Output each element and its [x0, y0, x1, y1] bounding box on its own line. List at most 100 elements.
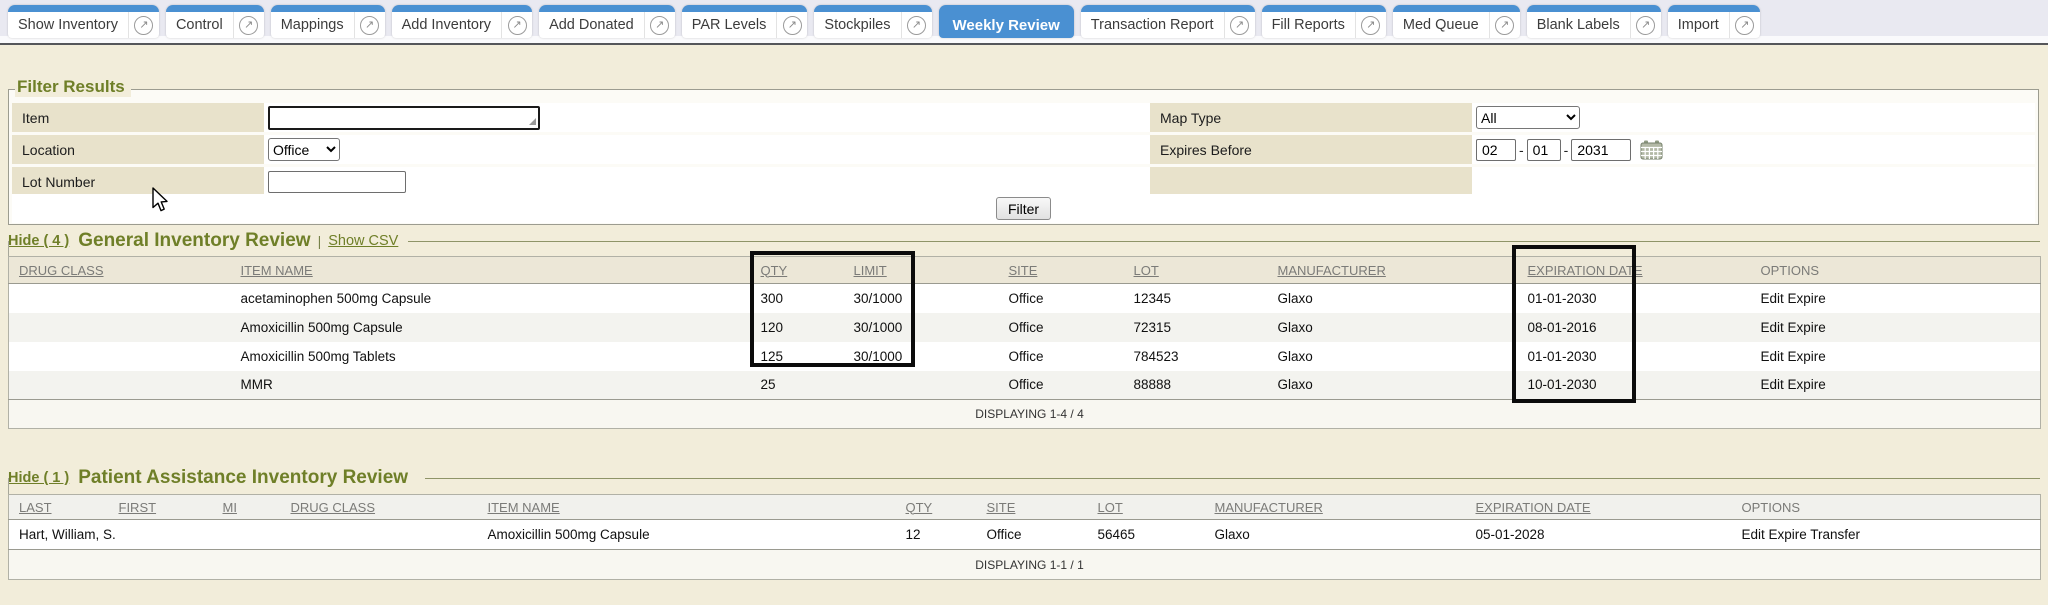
- cell-lot: 12345: [1134, 284, 1278, 313]
- general-table-footer: DISPLAYING 1-4 / 4: [9, 400, 2041, 429]
- filter-row-item: Item Map Type All: [12, 103, 2035, 132]
- open-in-new-icon[interactable]: ↗: [129, 16, 159, 35]
- calendar-icon[interactable]: [1640, 140, 1663, 160]
- patient-header-row: LAST FIRST MI DRUG CLASS ITEM NAME QTY S…: [9, 495, 2041, 520]
- cell-lot: 56465: [1098, 520, 1215, 550]
- column-header-site[interactable]: SITE: [1009, 257, 1134, 284]
- table-row: MMR 25 Office 88888 Glaxo 10-01-2030 Edi…: [9, 371, 2041, 400]
- tab-bar: Show Inventory ↗ Control ↗ Mappings ↗ Ad…: [0, 0, 2048, 45]
- column-header-expiration-date[interactable]: EXPIRATION DATE: [1476, 495, 1742, 520]
- tab-control[interactable]: Control ↗: [166, 5, 264, 38]
- map-type-select[interactable]: All: [1476, 106, 1580, 129]
- column-header-drug-class[interactable]: DRUG CLASS: [291, 495, 488, 520]
- open-in-new-icon[interactable]: ↗: [355, 16, 385, 35]
- tab-med-queue[interactable]: Med Queue ↗: [1393, 5, 1520, 38]
- cell-limit: 30/1000: [854, 284, 1009, 313]
- column-header-qty[interactable]: QTY: [761, 257, 854, 284]
- filter-button[interactable]: Filter: [996, 197, 1051, 220]
- tab-stockpiles[interactable]: Stockpiles ↗: [814, 5, 931, 38]
- column-header-manufacturer[interactable]: MANUFACTURER: [1215, 495, 1476, 520]
- tab-label: Show Inventory: [8, 17, 128, 33]
- cell-expiration-date: 10-01-2030: [1528, 371, 1761, 400]
- patient-hide-link[interactable]: Hide ( 1 ): [8, 470, 69, 486]
- cell-options[interactable]: Edit Expire: [1761, 342, 2041, 371]
- open-in-new-icon[interactable]: ↗: [234, 16, 264, 35]
- cell-site: Office: [987, 520, 1098, 550]
- column-header-first[interactable]: FIRST: [119, 495, 223, 520]
- column-header-lot[interactable]: LOT: [1098, 495, 1215, 520]
- open-in-new-icon[interactable]: ↗: [502, 16, 532, 35]
- tab-label: Stockpiles: [814, 17, 900, 33]
- column-header-manufacturer[interactable]: MANUFACTURER: [1278, 257, 1528, 284]
- column-header-site[interactable]: SITE: [987, 495, 1098, 520]
- location-select[interactable]: Office: [268, 138, 340, 161]
- general-hide-link[interactable]: Hide ( 4 ): [8, 233, 69, 249]
- cell-manufacturer: Glaxo: [1278, 284, 1528, 313]
- cell-drug-class: [9, 284, 241, 313]
- cell-manufacturer: Glaxo: [1278, 313, 1528, 342]
- cell-item-name: Amoxicillin 500mg Capsule: [488, 520, 906, 550]
- map-type-label: Map Type: [1150, 103, 1472, 132]
- cell-limit: 30/1000: [854, 313, 1009, 342]
- column-header-limit[interactable]: LIMIT: [854, 257, 1009, 284]
- column-header-mi[interactable]: MI: [223, 495, 291, 520]
- tab-blank-labels[interactable]: Blank Labels ↗: [1527, 5, 1661, 38]
- cell-options[interactable]: Edit Expire: [1761, 371, 2041, 400]
- lot-number-label: Lot Number: [12, 167, 264, 196]
- tab-add-donated[interactable]: Add Donated ↗: [539, 5, 675, 38]
- expires-year-input[interactable]: [1571, 139, 1631, 161]
- tab-fill-reports[interactable]: Fill Reports ↗: [1262, 5, 1386, 38]
- cell-drug-class: [9, 313, 241, 342]
- section-border-tick: [8, 241, 9, 256]
- tab-label: Weekly Review: [939, 17, 1074, 34]
- tab-show-inventory[interactable]: Show Inventory ↗: [8, 5, 159, 38]
- cell-drug-class: [9, 342, 241, 371]
- cell-qty: 12: [906, 520, 987, 550]
- cell-qty: 25: [761, 371, 854, 400]
- column-header-last[interactable]: LAST: [9, 495, 119, 520]
- cell-manufacturer: Glaxo: [1278, 371, 1528, 400]
- date-dash: -: [1564, 142, 1569, 158]
- column-header-expiration-date[interactable]: EXPIRATION DATE: [1528, 257, 1761, 284]
- open-in-new-icon[interactable]: ↗: [1730, 16, 1760, 35]
- table-row: Hart, William, S. Amoxicillin 500mg Caps…: [9, 520, 2041, 550]
- show-csv-link[interactable]: Show CSV: [328, 233, 398, 249]
- cell-qty: 125: [761, 342, 854, 371]
- item-input[interactable]: [268, 106, 540, 130]
- tab-transaction-report[interactable]: Transaction Report ↗: [1081, 5, 1255, 38]
- column-header-item-name[interactable]: ITEM NAME: [241, 257, 761, 284]
- expires-month-input[interactable]: [1476, 139, 1516, 161]
- open-in-new-icon[interactable]: ↗: [1490, 16, 1520, 35]
- column-header-qty[interactable]: QTY: [906, 495, 987, 520]
- tab-par-levels[interactable]: PAR Levels ↗: [682, 5, 808, 38]
- column-header-options: OPTIONS: [1742, 495, 2041, 520]
- tab-import[interactable]: Import ↗: [1668, 5, 1760, 38]
- tab-weekly-review[interactable]: Weekly Review: [939, 5, 1074, 38]
- lot-number-input[interactable]: [268, 171, 406, 193]
- cell-qty: 120: [761, 313, 854, 342]
- column-header-lot[interactable]: LOT: [1134, 257, 1278, 284]
- general-inventory-section-header: Hide ( 4 ) General Inventory Review | Sh…: [8, 229, 2040, 253]
- column-header-drug-class[interactable]: DRUG CLASS: [9, 257, 241, 284]
- open-in-new-icon[interactable]: ↗: [777, 16, 807, 35]
- open-in-new-icon[interactable]: ↗: [902, 16, 932, 35]
- open-in-new-icon[interactable]: ↗: [1356, 16, 1386, 35]
- displaying-status: DISPLAYING 1-4 / 4: [9, 400, 2041, 429]
- cell-lot: 784523: [1134, 342, 1278, 371]
- cell-lot: 88888: [1134, 371, 1278, 400]
- empty-label-cell: [1150, 167, 1472, 196]
- tab-label: Control: [166, 17, 233, 33]
- cell-options[interactable]: Edit Expire: [1761, 313, 2041, 342]
- expires-day-input[interactable]: [1527, 139, 1561, 161]
- column-header-item-name[interactable]: ITEM NAME: [488, 495, 906, 520]
- open-in-new-icon[interactable]: ↗: [645, 16, 675, 35]
- cell-options[interactable]: Edit Expire: [1761, 284, 2041, 313]
- filter-results-panel: Filter Results Item Map Type All Locatio…: [8, 89, 2039, 225]
- tab-mappings[interactable]: Mappings ↗: [271, 5, 385, 38]
- tab-add-inventory[interactable]: Add Inventory ↗: [392, 5, 532, 38]
- open-in-new-icon[interactable]: ↗: [1225, 16, 1255, 35]
- open-in-new-icon[interactable]: ↗: [1631, 16, 1661, 35]
- cell-options[interactable]: Edit Expire Transfer: [1742, 520, 2041, 550]
- date-dash: -: [1519, 142, 1524, 158]
- cell-first: [119, 520, 223, 550]
